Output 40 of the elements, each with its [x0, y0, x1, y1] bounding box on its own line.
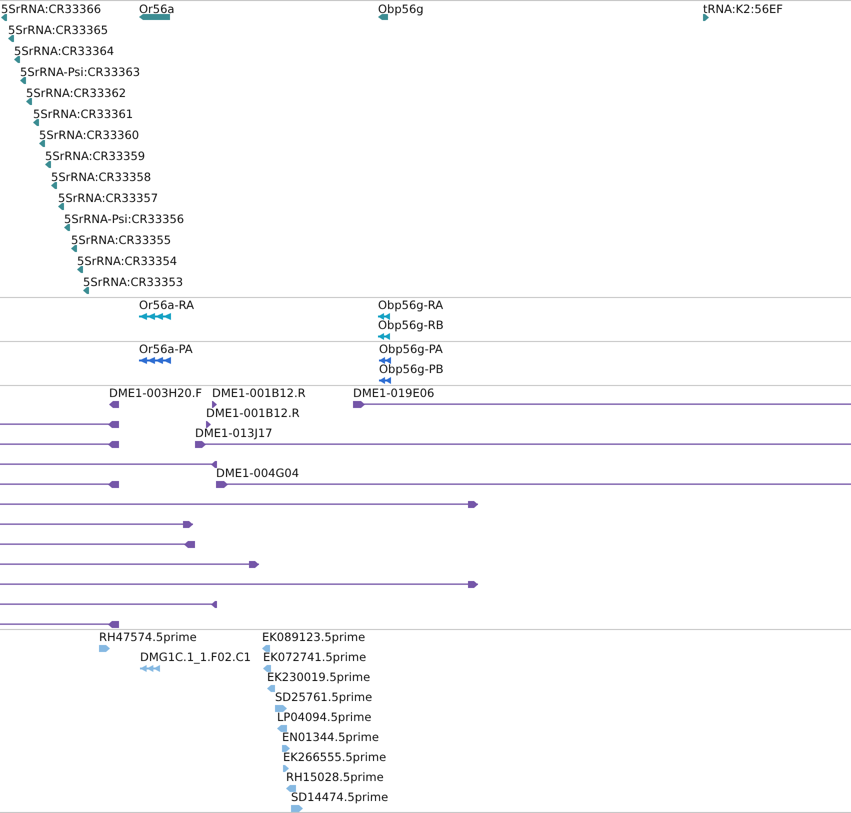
feature-label: Obp56g-RB — [378, 318, 444, 332]
feature-label: EN01344.5prime — [282, 730, 379, 744]
feature-label: Obp56g-PA — [379, 342, 443, 356]
feature-label: 5SrRNA:CR33358 — [51, 170, 152, 184]
feature-label: 5SrRNA:CR33353 — [83, 275, 184, 289]
feature-label: tRNA:K2:56EF — [703, 2, 783, 16]
feature-label: Obp56g — [378, 2, 424, 16]
feature-label: 5SrRNA:CR33354 — [77, 254, 178, 268]
feature-label: 5SrRNA:CR33362 — [26, 86, 126, 100]
feature-label: DME1-013J17 — [195, 426, 272, 440]
feature-label: 5SrRNA:CR33359 — [45, 149, 146, 163]
feature-label: Obp56g-RA — [378, 298, 444, 312]
feature-label: 5SrRNA-Psi:CR33356 — [64, 212, 184, 226]
feature-label: DME1-001B12.R — [206, 406, 300, 420]
feature-label: DMG1C.1_1.F02.C1 — [140, 650, 251, 664]
feature-label: LP04094.5prime — [277, 710, 372, 724]
feature-label: 5SrRNA:CR33364 — [14, 44, 114, 58]
feature-label: EK266555.5prime — [283, 750, 386, 764]
feature-label: DME1-001B12.R — [212, 386, 306, 400]
feature-label: RH15028.5prime — [286, 770, 384, 784]
feature-label: 5SrRNA:CR33355 — [71, 233, 172, 247]
feature-label: DME1-003H20.F — [109, 386, 202, 400]
feature-label: Obp56g-PB — [379, 362, 444, 376]
feature-label: 5SrRNA-Psi:CR33363 — [20, 65, 140, 79]
feature-label: Or56a-PA — [139, 342, 193, 356]
feature-label: 5SrRNA:CR33360 — [39, 128, 140, 142]
feature-label: EK072741.5prime — [263, 650, 366, 664]
feature-label: 5SrRNA:CR33365 — [8, 23, 108, 37]
feature-label: EK089123.5prime — [262, 630, 366, 644]
feature-label: Or56a — [139, 2, 174, 16]
feature-label: 5SrRNA:CR33357 — [58, 191, 158, 205]
feature-label: SD25761.5prime — [275, 690, 372, 704]
feature-label: EK230019.5prime — [267, 670, 370, 684]
feature-label: 5SrRNA:CR33366 — [1, 2, 102, 16]
feature-label: DME1-019E06 — [353, 386, 434, 400]
feature-label: SD14474.5prime — [291, 790, 388, 804]
feature-label: 5SrRNA:CR33361 — [33, 107, 134, 121]
feature-label: DME1-004G04 — [216, 466, 300, 480]
feature-label: Or56a-RA — [139, 298, 194, 312]
feature-label: RH47574.5prime — [99, 630, 197, 644]
